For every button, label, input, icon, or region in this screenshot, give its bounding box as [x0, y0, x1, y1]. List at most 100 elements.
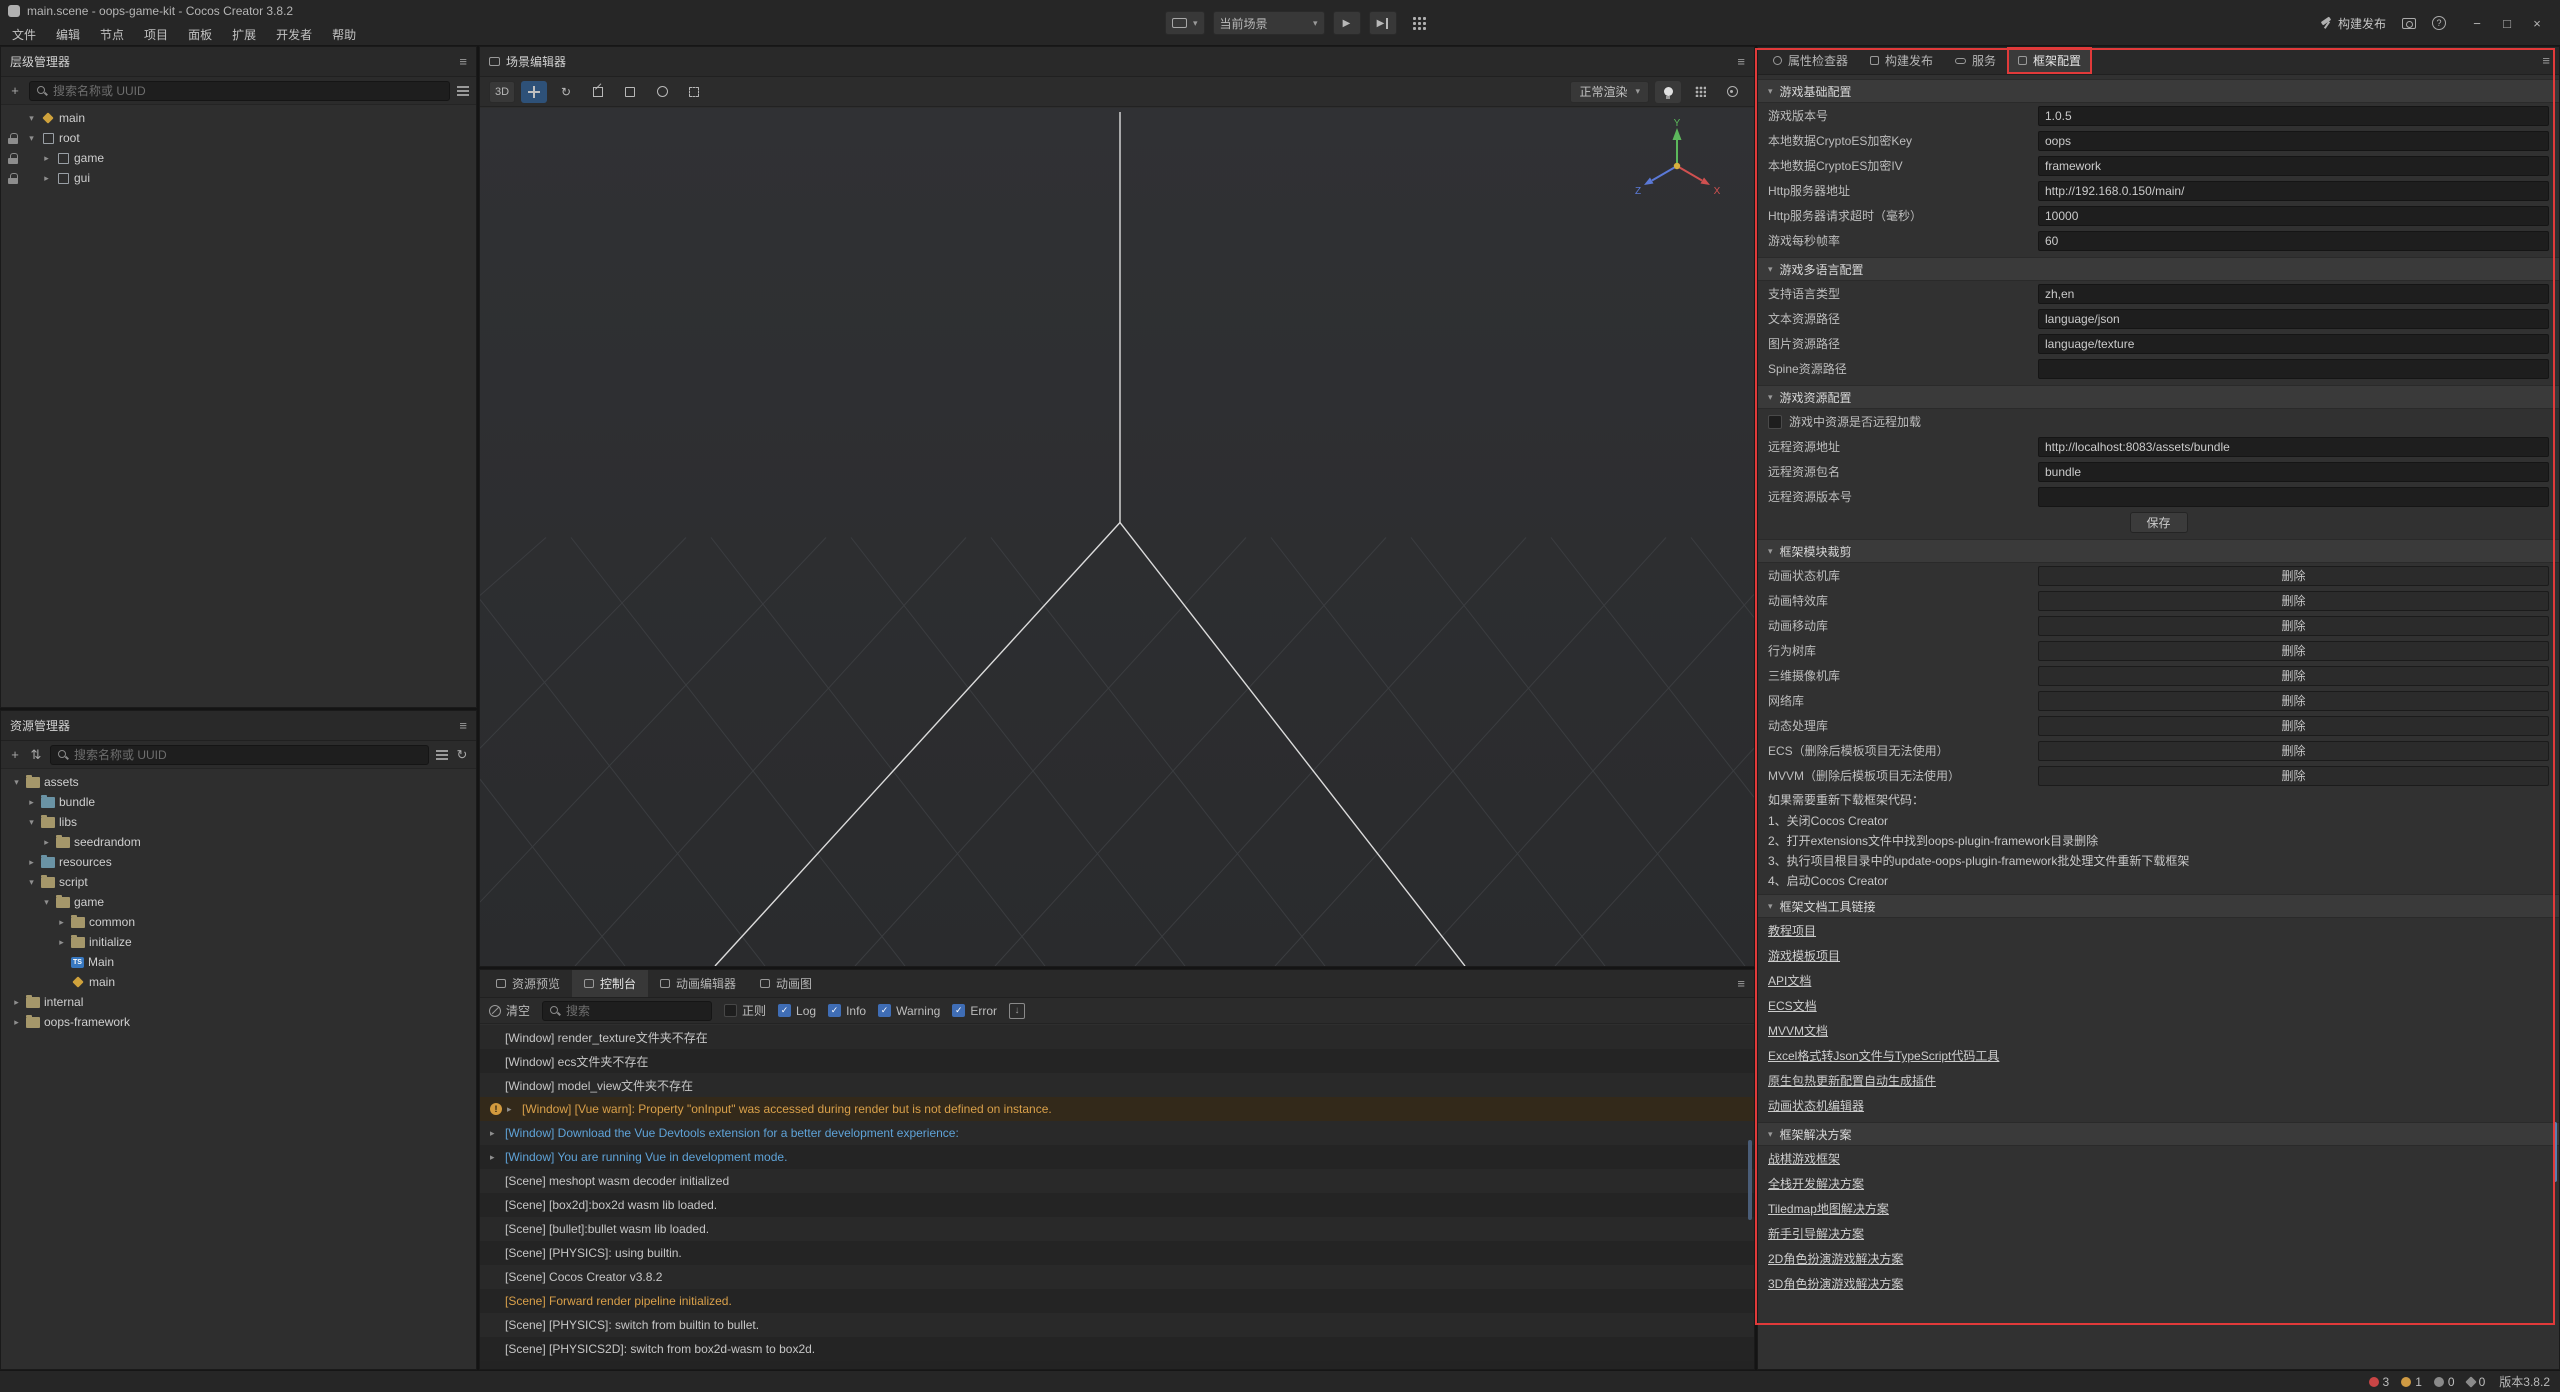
- expand-arrow-icon[interactable]: [490, 1128, 500, 1139]
- field-input[interactable]: [2038, 309, 2549, 329]
- expand-arrow-icon[interactable]: [56, 937, 67, 948]
- doc-link[interactable]: ECS文档: [1768, 997, 1817, 1014]
- section-header-trim[interactable]: ▾ 框架模块裁剪: [1758, 539, 2559, 563]
- expand-arrow-icon[interactable]: [11, 1017, 22, 1028]
- console-searchbox[interactable]: [542, 1001, 712, 1021]
- menu-item[interactable]: 节点: [90, 26, 134, 43]
- asset-row[interactable]: seedrandom: [1, 832, 476, 852]
- inspector-tab[interactable]: 框架配置: [2007, 47, 2092, 74]
- doc-link[interactable]: Excel格式转Json文件与TypeScript代码工具: [1768, 1047, 1999, 1064]
- field-input[interactable]: [2038, 206, 2549, 226]
- assets-search-input[interactable]: [74, 748, 422, 762]
- log-row[interactable]: [Scene] Cocos Creator v3.8.2: [480, 1265, 1754, 1289]
- panel-menu-icon[interactable]: ≡: [1737, 976, 1745, 991]
- console-tab[interactable]: 资源预览: [484, 970, 572, 997]
- menu-item[interactable]: 项目: [134, 26, 178, 43]
- asset-row[interactable]: common: [1, 912, 476, 932]
- asset-row[interactable]: libs: [1, 812, 476, 832]
- expand-arrow-icon[interactable]: [507, 1104, 517, 1115]
- expand-arrow-icon[interactable]: [26, 857, 37, 868]
- inspector-tab[interactable]: 属性检查器: [1762, 47, 1859, 74]
- build-publish-button[interactable]: 构建发布: [2320, 15, 2386, 32]
- delete-module-button[interactable]: 删除: [2038, 766, 2549, 786]
- panel-menu-icon[interactable]: ≡: [459, 718, 467, 733]
- section-header-i18n[interactable]: ▾ 游戏多语言配置: [1758, 257, 2559, 281]
- log-row[interactable]: [Window] Download the Vue Devtools exten…: [480, 1121, 1754, 1145]
- doc-link[interactable]: 教程项目: [1768, 922, 1816, 939]
- status-badge[interactable]: 0: [2434, 1375, 2455, 1389]
- layout-button[interactable]: [1405, 11, 1433, 35]
- section-header-solutions[interactable]: ▾ 框架解决方案: [1758, 1122, 2559, 1146]
- scene-select-dropdown[interactable]: 当前场景 ▾: [1213, 11, 1325, 35]
- create-node-button[interactable]: +: [8, 83, 22, 98]
- gizmo-space-button[interactable]: [649, 81, 675, 103]
- delete-module-button[interactable]: 删除: [2038, 616, 2549, 636]
- solution-link[interactable]: 战棋游戏框架: [1768, 1150, 1840, 1167]
- screenshot-icon[interactable]: [2402, 18, 2416, 29]
- log-row[interactable]: [Scene] [PHYSICS2D]: switch from box2d-w…: [480, 1337, 1754, 1361]
- hierarchy-node-row[interactable]: root: [1, 128, 476, 148]
- hierarchy-search-input[interactable]: [53, 84, 443, 98]
- expand-arrow-icon[interactable]: [26, 133, 37, 144]
- help-icon[interactable]: ?: [2432, 16, 2446, 30]
- inspector-scrollbar[interactable]: [2553, 1122, 2557, 1182]
- delete-module-button[interactable]: 删除: [2038, 641, 2549, 661]
- field-input[interactable]: [2038, 487, 2549, 507]
- assets-searchbox[interactable]: [50, 745, 429, 765]
- asset-row[interactable]: assets: [1, 772, 476, 792]
- dimension-toggle-button[interactable]: 3D: [489, 81, 515, 103]
- asset-row[interactable]: initialize: [1, 932, 476, 952]
- save-button[interactable]: 保存: [2130, 512, 2188, 533]
- minimize-button[interactable]: −: [2462, 0, 2492, 46]
- preview-target-button[interactable]: ▾: [1165, 11, 1205, 35]
- log-row[interactable]: [Scene] meshopt wasm decoder initialized: [480, 1169, 1754, 1193]
- expand-arrow-icon[interactable]: [26, 113, 37, 124]
- refresh-icon[interactable]: ↻: [455, 747, 469, 763]
- export-log-icon[interactable]: ↓: [1009, 1003, 1025, 1019]
- panel-menu-icon[interactable]: ≡: [459, 54, 467, 69]
- filter-icon[interactable]: [436, 750, 448, 760]
- field-input[interactable]: [2038, 181, 2549, 201]
- log-filter-toggle[interactable]: Info: [828, 1004, 866, 1018]
- console-search-input[interactable]: [566, 1004, 721, 1018]
- doc-link[interactable]: API文档: [1768, 972, 1811, 989]
- expand-arrow-icon[interactable]: [56, 917, 67, 928]
- regex-toggle[interactable]: 正则: [724, 1002, 766, 1019]
- expand-arrow-icon[interactable]: [41, 153, 52, 164]
- render-mode-dropdown[interactable]: 正常渲染 ▾: [1570, 81, 1649, 103]
- menu-item[interactable]: 扩展: [222, 26, 266, 43]
- status-badge[interactable]: 3: [2369, 1375, 2390, 1389]
- asset-row[interactable]: bundle: [1, 792, 476, 812]
- delete-module-button[interactable]: 删除: [2038, 741, 2549, 761]
- doc-link[interactable]: MVVM文档: [1768, 1022, 1828, 1039]
- delete-module-button[interactable]: 删除: [2038, 691, 2549, 711]
- expand-arrow-icon[interactable]: [26, 817, 37, 828]
- clear-console-button[interactable]: 清空: [489, 1002, 530, 1019]
- scene-viewport[interactable]: Y X Z: [480, 108, 1754, 966]
- solution-link[interactable]: 2D角色扮演游戏解决方案: [1768, 1250, 1903, 1267]
- hierarchy-node-row[interactable]: game: [1, 148, 476, 168]
- solution-link[interactable]: 全栈开发解决方案: [1768, 1175, 1864, 1192]
- hierarchy-node-row[interactable]: gui: [1, 168, 476, 188]
- field-input[interactable]: [2038, 462, 2549, 482]
- delete-module-button[interactable]: 删除: [2038, 666, 2549, 686]
- field-input[interactable]: [2038, 284, 2549, 304]
- field-input[interactable]: [2038, 106, 2549, 126]
- log-row[interactable]: [Scene] [bullet]:bullet wasm lib loaded.: [480, 1217, 1754, 1241]
- section-header-docs[interactable]: ▾ 框架文档工具链接: [1758, 894, 2559, 918]
- status-badge[interactable]: 0: [2467, 1375, 2486, 1389]
- scene-settings-button[interactable]: [1719, 81, 1745, 103]
- asset-row[interactable]: resources: [1, 852, 476, 872]
- inspector-tab[interactable]: 构建发布: [1859, 47, 1944, 74]
- asset-row[interactable]: internal: [1, 992, 476, 1012]
- inspector-tab[interactable]: 服务: [1944, 47, 2007, 74]
- doc-link[interactable]: 动画状态机编辑器: [1768, 1097, 1864, 1114]
- log-filter-toggle[interactable]: Error: [952, 1004, 997, 1018]
- log-row[interactable]: [Scene] [PHYSICS]: using builtin.: [480, 1241, 1754, 1265]
- field-input[interactable]: [2038, 131, 2549, 151]
- asset-row[interactable]: Main: [1, 952, 476, 972]
- field-input[interactable]: [2038, 359, 2549, 379]
- log-row[interactable]: [Scene] [box2d]:box2d wasm lib loaded.: [480, 1193, 1754, 1217]
- panel-menu-icon[interactable]: ≡: [2542, 53, 2550, 68]
- filter-icon[interactable]: [457, 86, 469, 96]
